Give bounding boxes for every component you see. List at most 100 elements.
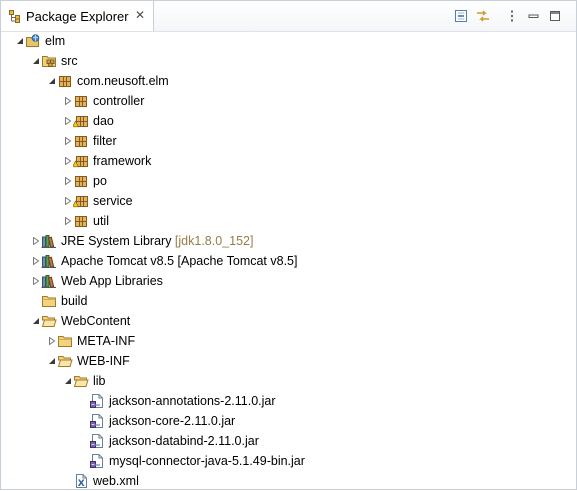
open-folder-icon xyxy=(73,373,89,389)
library-icon xyxy=(41,253,57,269)
tree-item-label: com.neusoft.elm xyxy=(77,73,169,89)
tree-item-label: elm xyxy=(45,33,65,49)
expanded-twistie-icon[interactable] xyxy=(32,57,40,65)
package-icon xyxy=(57,73,73,89)
tree-item[interactable]: dao xyxy=(1,111,576,131)
minimize-icon[interactable] xyxy=(526,8,542,24)
tree-item-name: mysql-connector-java-5.1.49-bin.jar xyxy=(109,454,305,468)
tree-item-name: src xyxy=(61,54,78,68)
package-icon xyxy=(73,93,89,109)
open-folder-icon xyxy=(57,353,73,369)
collapsed-twistie-icon[interactable] xyxy=(32,237,40,245)
maximize-icon[interactable] xyxy=(547,8,563,24)
tree-item[interactable]: jackson-annotations-2.11.0.jar xyxy=(1,391,576,411)
tree-item[interactable]: META-INF xyxy=(1,331,576,351)
expanded-twistie-icon[interactable] xyxy=(32,317,40,325)
collapsed-twistie-icon[interactable] xyxy=(32,257,40,265)
tree-item-label: lib xyxy=(93,373,106,389)
collapsed-twistie-icon[interactable] xyxy=(32,277,40,285)
tree-item-label: mysql-connector-java-5.1.49-bin.jar xyxy=(109,453,305,469)
source-folder-icon xyxy=(41,53,57,69)
tree-item[interactable]: controller xyxy=(1,91,576,111)
tree-item[interactable]: jackson-databind-2.11.0.jar xyxy=(1,431,576,451)
tree-item-label: WebContent xyxy=(61,313,130,329)
tree-item-name: dao xyxy=(93,114,114,128)
close-icon[interactable]: ✕ xyxy=(135,9,145,22)
expanded-twistie-icon[interactable] xyxy=(16,37,24,45)
tree-item-label: web.xml xyxy=(93,473,139,489)
collapsed-twistie-icon[interactable] xyxy=(64,197,72,205)
tree-item[interactable]: elm xyxy=(1,31,576,51)
expanded-twistie-icon[interactable] xyxy=(48,357,56,365)
tree-item[interactable]: mysql-connector-java-5.1.49-bin.jar xyxy=(1,451,576,471)
tree-item[interactable]: framework xyxy=(1,151,576,171)
tree-item[interactable]: WebContent xyxy=(1,311,576,331)
jar-file-icon xyxy=(89,453,105,469)
tree-item-name: lib xyxy=(93,374,106,388)
jar-file-icon xyxy=(89,433,105,449)
tree-item-name: WebContent xyxy=(61,314,131,328)
tree-item[interactable]: filter xyxy=(1,131,576,151)
tree-item[interactable]: build xyxy=(1,291,576,311)
package-explorer-view: Package Explorer ✕ elm src com.neusoft.e… xyxy=(0,0,577,490)
java-project-icon xyxy=(25,33,41,49)
tree-item[interactable]: Web App Libraries xyxy=(1,271,576,291)
folder-icon xyxy=(41,293,57,309)
tree-item[interactable]: service xyxy=(1,191,576,211)
jar-file-icon xyxy=(89,413,105,429)
tree-item-name: WEB-INF xyxy=(77,354,130,368)
tree-item-name: com.neusoft.elm xyxy=(77,74,169,88)
tree-item-name: filter xyxy=(93,134,117,148)
collapsed-twistie-icon[interactable] xyxy=(64,137,72,145)
tree-item-name: jackson-annotations-2.11.0.jar xyxy=(109,394,276,408)
tree-item[interactable]: jackson-core-2.11.0.jar xyxy=(1,411,576,431)
collapsed-twistie-icon[interactable] xyxy=(64,157,72,165)
collapsed-twistie-icon[interactable] xyxy=(64,177,72,185)
tree-item-name: service xyxy=(93,194,133,208)
collapse-all-icon[interactable] xyxy=(453,8,469,24)
tree-item-label: filter xyxy=(93,133,117,149)
tree-item-label: src xyxy=(61,53,78,69)
expanded-twistie-icon[interactable] xyxy=(48,77,56,85)
package-warning-icon xyxy=(73,113,89,129)
expanded-twistie-icon[interactable] xyxy=(64,377,72,385)
library-icon xyxy=(41,233,57,249)
collapsed-twistie-icon[interactable] xyxy=(64,217,72,225)
tree-item-decoration: [jdk1.8.0_152] xyxy=(171,234,254,248)
tree-item-name: build xyxy=(61,294,88,308)
tree-item-name: util xyxy=(93,214,109,228)
tree-item[interactable]: src xyxy=(1,51,576,71)
tree-item[interactable]: util xyxy=(1,211,576,231)
tree-item[interactable]: po xyxy=(1,171,576,191)
tree-item[interactable]: WEB-INF xyxy=(1,351,576,371)
folder-icon xyxy=(57,333,73,349)
link-with-editor-icon[interactable] xyxy=(475,8,491,24)
view-title: Package Explorer xyxy=(26,9,129,24)
tree-item[interactable]: com.neusoft.elm xyxy=(1,71,576,91)
view-menu-icon[interactable] xyxy=(504,8,520,24)
tree-item-name: META-INF xyxy=(77,334,136,348)
tab-package-explorer[interactable]: Package Explorer ✕ xyxy=(1,1,154,31)
tree-item-label: Web App Libraries xyxy=(61,273,163,289)
tree-item-label: build xyxy=(61,293,87,309)
tree-item-name: framework xyxy=(93,154,152,168)
tree-item-label: framework xyxy=(93,153,151,169)
xml-file-icon: X xyxy=(73,473,89,489)
collapsed-twistie-icon[interactable] xyxy=(64,97,72,105)
package-icon xyxy=(73,213,89,229)
tree-item-label: util xyxy=(93,213,109,229)
tree-item-name: Apache Tomcat v8.5 [Apache Tomcat v8.5] xyxy=(61,254,298,268)
tree-item-name: web.xml xyxy=(93,474,139,488)
tree-item-label: jackson-core-2.11.0.jar xyxy=(109,413,235,429)
tree-item[interactable]: lib xyxy=(1,371,576,391)
collapsed-twistie-icon[interactable] xyxy=(64,117,72,125)
tree-item[interactable]: Apache Tomcat v8.5 [Apache Tomcat v8.5] xyxy=(1,251,576,271)
tree-item-name: po xyxy=(93,174,107,188)
tree-item-name: controller xyxy=(93,94,145,108)
tree-item-label: dao xyxy=(93,113,114,129)
tree-item-name: jackson-core-2.11.0.jar xyxy=(109,414,236,428)
tree-item[interactable]: JRE System Library [jdk1.8.0_152] xyxy=(1,231,576,251)
tree-item[interactable]: Xweb.xml xyxy=(1,471,576,491)
collapsed-twistie-icon[interactable] xyxy=(48,337,56,345)
tree-item-label: jackson-annotations-2.11.0.jar xyxy=(109,393,276,409)
